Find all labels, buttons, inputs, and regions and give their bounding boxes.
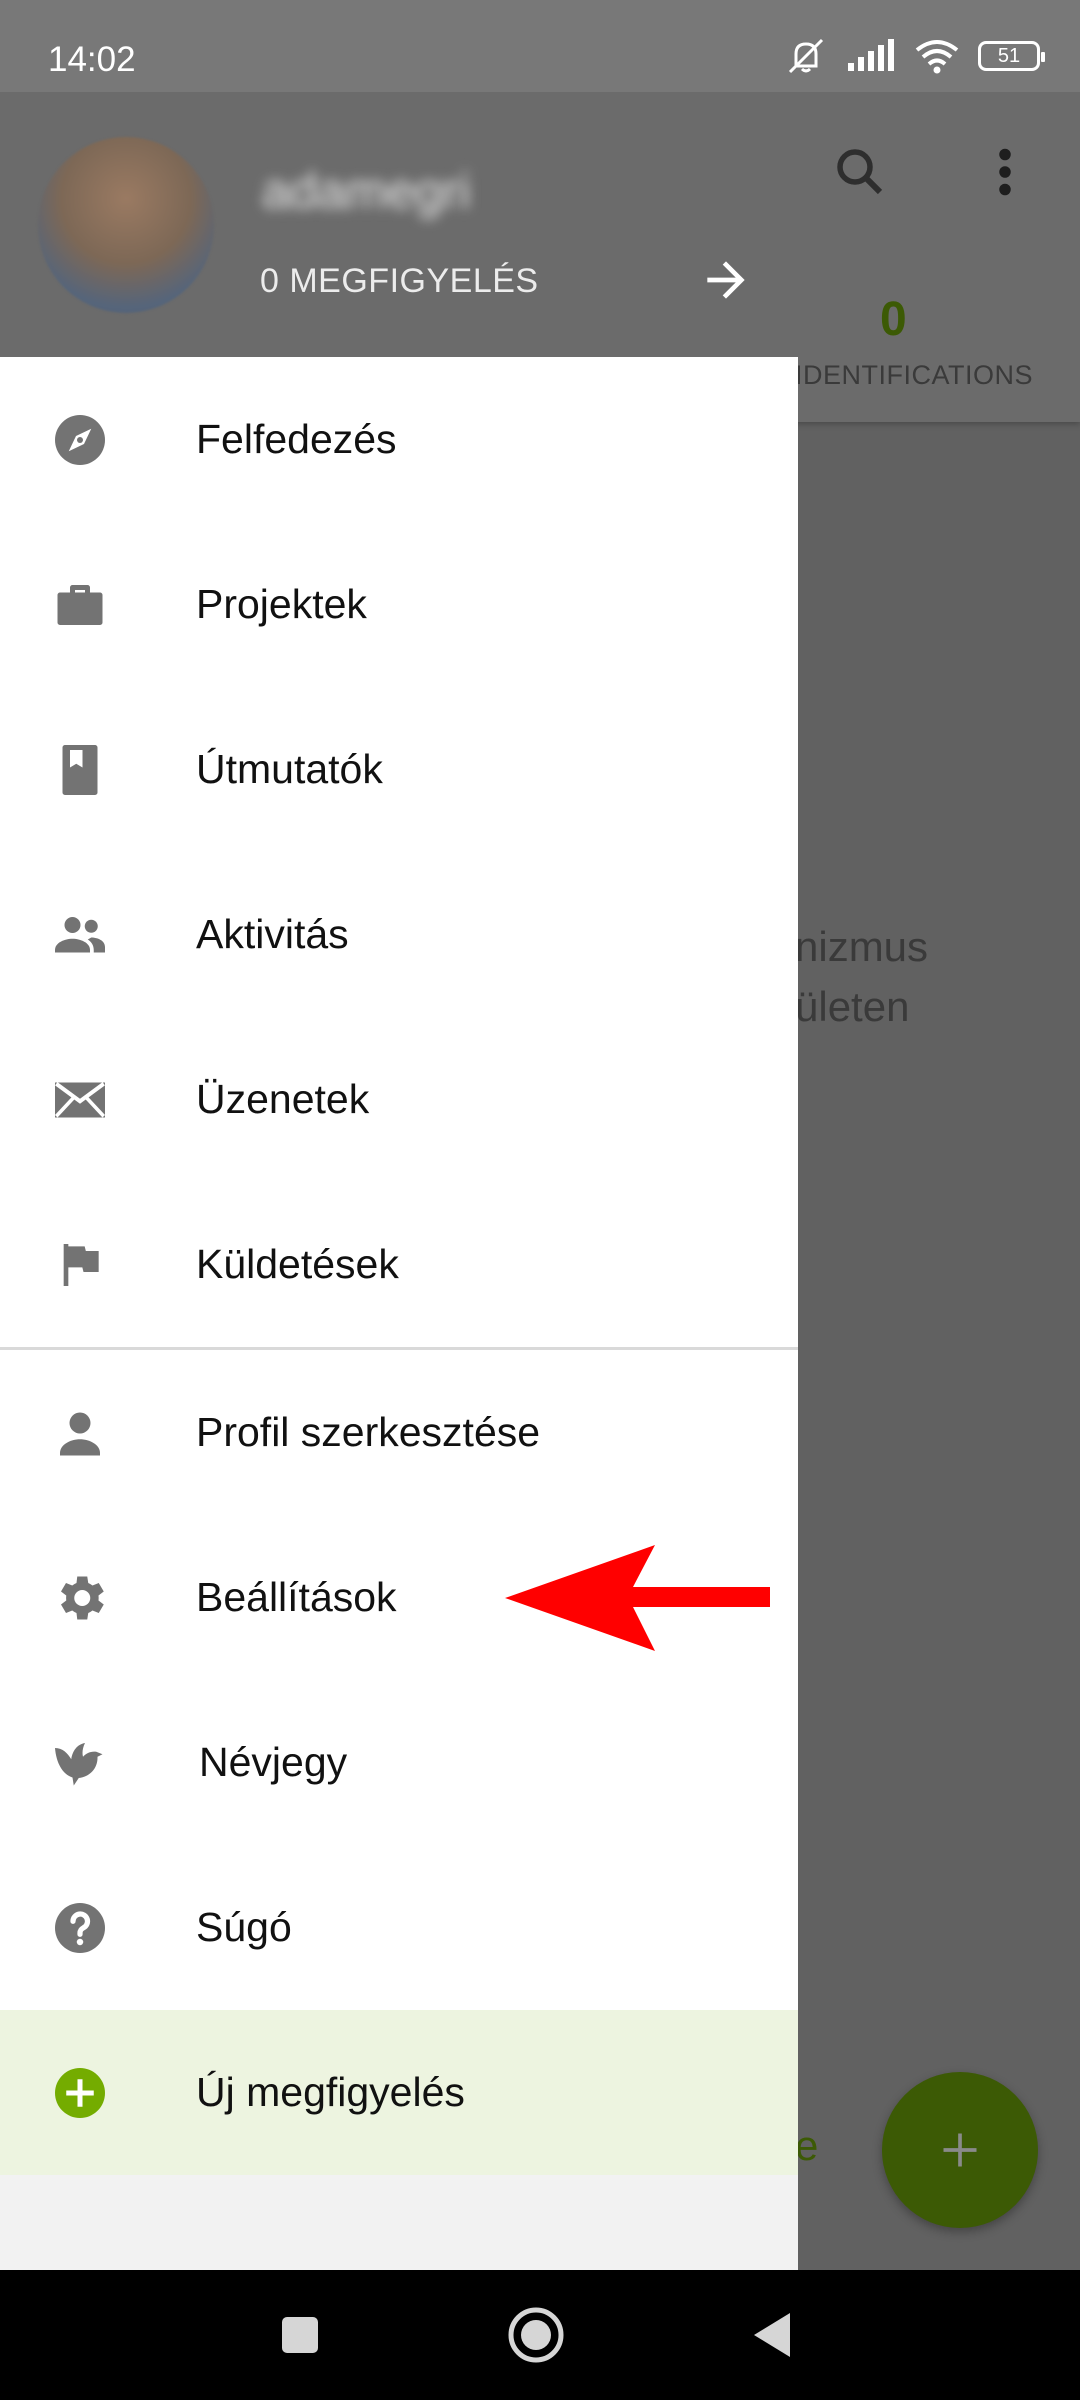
menu-item-explore[interactable]: Felfedezés	[0, 357, 798, 522]
drawer-header[interactable]: adamegri 0 MEGFIGYELÉS	[0, 92, 798, 357]
mute-vibrate-icon	[788, 38, 824, 74]
annotation-arrow	[505, 1545, 770, 1651]
menu-item-projects[interactable]: Projektek	[0, 522, 798, 687]
back-button[interactable]	[742, 2305, 802, 2365]
status-bar: 14:02 51	[0, 0, 1080, 92]
add-circle-icon	[55, 2067, 105, 2118]
navigation-drawer: adamegri 0 MEGFIGYELÉS Felfedezés Projek…	[0, 92, 798, 2270]
menu-item-messages[interactable]: Üzenetek	[0, 1017, 798, 1182]
wifi-icon	[915, 40, 959, 74]
avatar[interactable]	[38, 137, 214, 313]
menu-item-edit-profile[interactable]: Profil szerkesztése	[0, 1350, 798, 1515]
add-observation-fab	[882, 2072, 1038, 2228]
search-icon	[837, 149, 883, 195]
compass-icon	[55, 414, 105, 465]
person-icon	[60, 1412, 100, 1455]
menu-item-activity[interactable]: Aktivitás	[0, 852, 798, 1017]
identifications-count: 0	[880, 293, 907, 346]
back-triangle-icon	[754, 2313, 790, 2357]
menu-item-label: Útmutatók	[196, 746, 383, 792]
empty-state-text: nizmus ületen	[795, 923, 929, 1030]
menu-item-label: Profil szerkesztése	[196, 1409, 541, 1455]
mail-icon	[54, 1081, 106, 1117]
plus-icon	[943, 2133, 977, 2167]
menu-item-label: Üzenetek	[196, 1076, 370, 1122]
menu-item-label: Névjegy	[199, 1739, 348, 1785]
people-icon	[55, 916, 105, 952]
arrow-right-icon[interactable]	[698, 252, 754, 308]
battery-indicator: 51	[978, 41, 1045, 71]
menu-item-missions[interactable]: Küldetések	[0, 1182, 798, 1347]
recent-apps-button[interactable]	[270, 2305, 330, 2365]
home-button[interactable]	[506, 2305, 566, 2365]
battery-level: 51	[997, 44, 1021, 67]
help-icon	[55, 1902, 105, 1953]
book-icon	[62, 744, 98, 795]
flag-icon	[63, 1243, 99, 1286]
status-time: 14:02	[48, 40, 136, 79]
menu-item-label: Küldetések	[196, 1241, 399, 1287]
menu-item-label: Súgó	[196, 1904, 292, 1950]
menu-item-guides[interactable]: Útmutatók	[0, 687, 798, 852]
bird-icon	[55, 1742, 103, 1785]
signal-icon	[848, 39, 894, 71]
bottom-link-fragment: e	[795, 2122, 819, 2169]
home-circle-icon	[508, 2307, 564, 2363]
gear-icon	[61, 1576, 104, 1619]
more-options-icon	[999, 148, 1011, 196]
square-icon	[282, 2317, 318, 2353]
menu-item-label: Projektek	[196, 581, 367, 627]
menu-item-label: Felfedezés	[196, 416, 397, 462]
status-icons: 51	[784, 36, 1045, 76]
briefcase-icon	[57, 584, 103, 625]
username: adamegri	[262, 163, 471, 219]
identifications-label: IDENTIFICATIONS	[795, 360, 1034, 390]
menu-item-label: Új megfigyelés	[196, 2069, 465, 2115]
menu-item-label: Aktivitás	[196, 911, 349, 957]
menu-item-label: Beállítások	[196, 1574, 397, 1620]
menu-item-new-observation[interactable]: Új megfigyelés	[0, 2010, 798, 2175]
menu-item-help[interactable]: Súgó	[0, 1845, 798, 2010]
navigation-bar	[0, 2270, 1080, 2400]
drawer-menu: Felfedezés Projektek Útmutatók Aktivitás…	[0, 357, 798, 2175]
observations-count: 0 MEGFIGYELÉS	[260, 262, 539, 300]
menu-item-about[interactable]: Névjegy	[0, 1680, 798, 1845]
